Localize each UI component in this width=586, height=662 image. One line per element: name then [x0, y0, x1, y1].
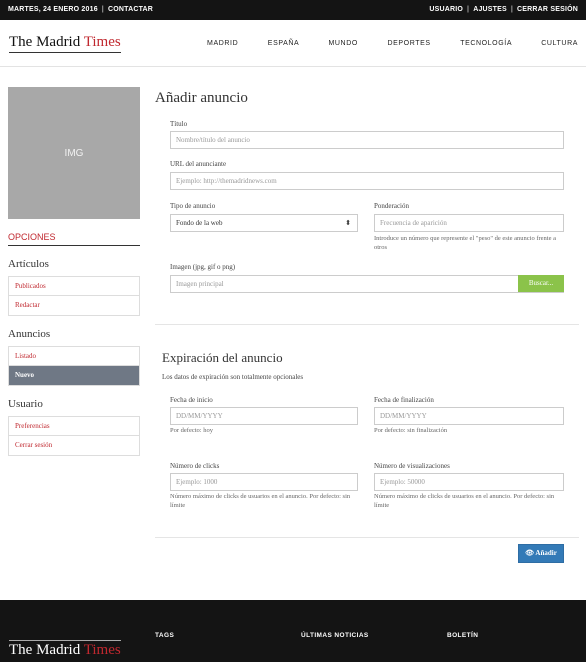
eye-icon: 👁 [525, 549, 535, 557]
inicio-label: Fecha de inicio [170, 396, 213, 404]
nav-item-espana[interactable]: ESPAÑA [268, 40, 299, 47]
ponderacion-label: Ponderación [374, 202, 409, 210]
divider-bottom [155, 537, 579, 538]
sidebar-item-preferencias[interactable]: Preferencias [9, 417, 139, 436]
sidebar-item-redactar[interactable]: Redactar [9, 296, 139, 315]
page-title: Añadir anuncio [155, 90, 248, 106]
nav-item-deportes[interactable]: DEPORTES [387, 40, 430, 47]
tipo-select[interactable]: Fondo de la web ⬍ [170, 214, 358, 232]
nav-item-tecnologia[interactable]: TECNOLOGÍA [460, 40, 512, 47]
fin-help: Por defecto: sin finalización [374, 427, 448, 434]
nav-item-cultura[interactable]: CULTURA [541, 40, 578, 47]
sidebar: IMG OPCIONES Artículos Publicados Redact… [8, 87, 140, 456]
url-label: URL del anunciante [170, 160, 227, 168]
footer-news-title: ÚLTIMAS NOTICIAS [301, 632, 369, 639]
sidebar-item-nuevo[interactable]: Nuevo [9, 366, 139, 385]
footer-tags-title: TAGS [155, 632, 175, 639]
usuario-menu: Preferencias Cerrar sesión [8, 416, 140, 456]
user-link[interactable]: USUARIO [429, 6, 463, 13]
top-bar: MARTES, 24 ENERO 2016 | CONTACTAR USUARIO |… [0, 0, 586, 20]
footer-logo-accent: Times [83, 642, 121, 658]
expiration-title: Expiración del anuncio [162, 350, 283, 365]
tipo-select-value: Fondo de la web [176, 219, 223, 227]
inicio-input[interactable]: DD/MM/YYYY [170, 407, 358, 425]
select-arrows-icon: ⬍ [345, 219, 351, 227]
logo-text: The Madrid [9, 34, 84, 50]
current-date: MARTES, 24 ENERO 2016 [8, 6, 98, 13]
contact-link[interactable]: CONTACTAR [108, 6, 153, 13]
sidebar-item-listado[interactable]: Listado [9, 347, 139, 366]
vis-label: Número de visualizaciones [374, 462, 450, 470]
section-title-usuario: Usuario [8, 398, 43, 410]
inicio-help: Por defecto: hoy [170, 427, 213, 434]
url-input[interactable]: Ejemplo: http://themadridnews.com [170, 172, 564, 190]
clicks-help: Número máximo de clicks de usuarios en e… [170, 493, 351, 509]
settings-link[interactable]: AJUSTES [473, 6, 507, 13]
divider [155, 324, 579, 325]
nav-item-madrid[interactable]: MADRID [207, 40, 238, 47]
sidebar-item-publicados[interactable]: Publicados [9, 277, 139, 296]
site-footer: The Madrid Times TAGS ÚLTIMAS NOTICIAS B… [0, 600, 586, 662]
titulo-label: Título [170, 120, 188, 128]
anuncios-menu: Listado Nuevo [8, 346, 140, 386]
clicks-label: Número de clicks [170, 462, 220, 470]
options-title: OPCIONES [8, 232, 140, 246]
expiration-subtitle: Los datos de expiración son totalmente o… [162, 373, 304, 381]
imagen-label: Imagen (jpg, gif o png) [170, 263, 236, 271]
section-title-articulos: Artículos [8, 258, 49, 270]
tipo-label: Tipo de anuncio [170, 202, 216, 210]
add-button[interactable]: 👁 Añadir [518, 544, 564, 563]
section-title-anuncios: Anuncios [8, 328, 51, 340]
image-placeholder-label: IMG [64, 147, 84, 159]
fin-input[interactable]: DD/MM/YYYY [374, 407, 564, 425]
articulos-menu: Publicados Redactar [8, 276, 140, 316]
ponderacion-input[interactable]: Frecuencia de aparición [374, 214, 564, 232]
footer-logo-text: The Madrid [9, 642, 84, 658]
sidebar-item-cerrar-sesion[interactable]: Cerrar sesión [9, 436, 139, 455]
main-nav: MADRID ESPAÑA MUNDO DEPORTES TECNOLOGÍA … [180, 40, 578, 47]
ponderacion-help: Introduce un número que represente el "p… [374, 235, 556, 251]
footer-newsletter-title: BOLETÍN [447, 632, 479, 639]
titulo-input[interactable]: Nombre/título del anuncio [170, 131, 564, 149]
add-button-label: Añadir [535, 549, 557, 557]
vis-input[interactable]: Ejemplo: 50000 [374, 473, 564, 491]
site-logo[interactable]: The Madrid Times [9, 34, 121, 53]
logout-link[interactable]: CERRAR SESIÓN [517, 6, 578, 13]
logo-text-accent: Times [83, 34, 121, 50]
vis-help: Número máximo de clicks de usuarios en e… [374, 493, 555, 509]
fin-label: Fecha de finalización [374, 396, 434, 404]
profile-image-placeholder: IMG [8, 87, 140, 219]
footer-logo[interactable]: The Madrid Times [9, 640, 121, 659]
buscar-button[interactable]: Buscar... [518, 275, 564, 292]
nav-item-mundo[interactable]: MUNDO [328, 40, 357, 47]
imagen-input[interactable]: Imagen principal [170, 275, 564, 293]
clicks-input[interactable]: Ejemplo: 1000 [170, 473, 358, 491]
site-header: The Madrid Times MADRID ESPAÑA MUNDO DEP… [0, 20, 586, 67]
